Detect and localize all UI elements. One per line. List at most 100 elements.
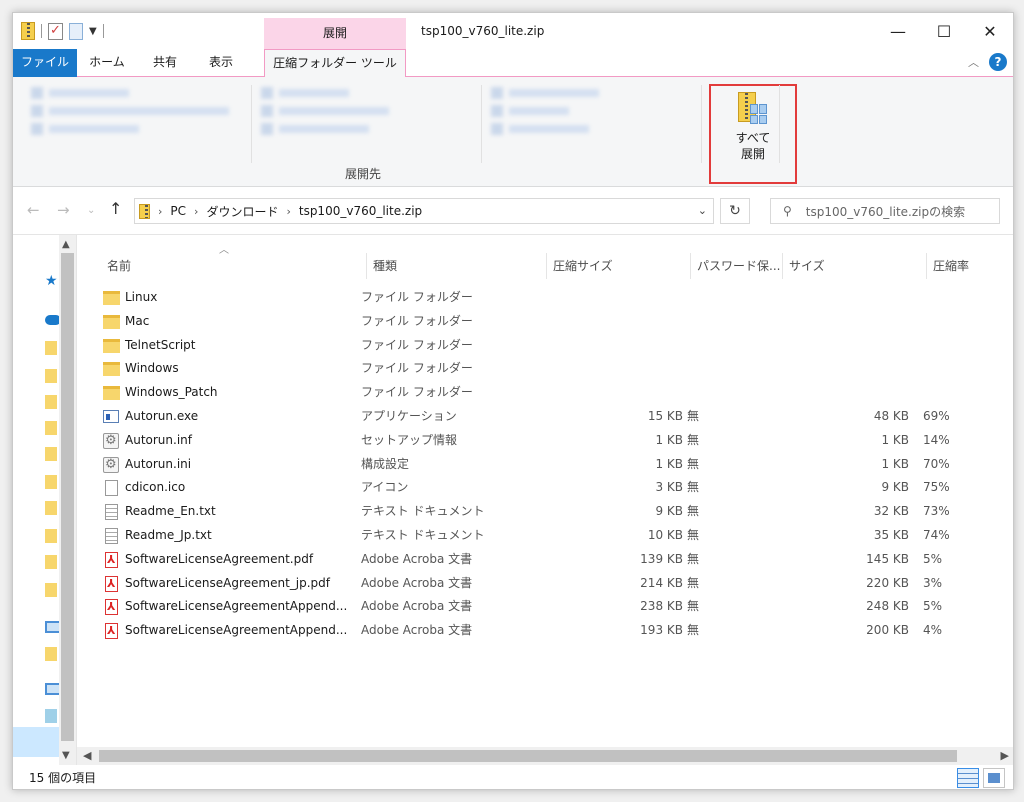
column-header-password[interactable]: パスワード保... <box>691 253 783 279</box>
search-input[interactable]: ⚲ tsp100_v760_lite.zipの検索 <box>770 198 1000 224</box>
drive-icon[interactable] <box>45 709 57 723</box>
quick-access-star-icon[interactable]: ★ <box>45 273 58 289</box>
folder-icon[interactable] <box>45 395 57 409</box>
pdf-icon <box>105 575 118 592</box>
file-compressed-size <box>547 381 683 405</box>
file-type: ファイル フォルダー <box>361 385 473 400</box>
minimize-button[interactable]: — <box>875 13 921 49</box>
recent-locations-icon[interactable]: ⌄ <box>87 205 95 216</box>
horizontal-scroll-thumb[interactable] <box>99 750 957 762</box>
tab-view[interactable]: 表示 <box>195 49 247 77</box>
details-view-button[interactable] <box>957 768 979 788</box>
chevron-down-icon[interactable]: ⌄ <box>698 204 707 217</box>
folder-icon[interactable] <box>45 369 57 383</box>
status-bar: 15 個の項目 <box>13 765 1013 789</box>
folder-icon[interactable] <box>45 341 57 355</box>
window-title: tsp100_v760_lite.zip <box>421 24 545 38</box>
file-row[interactable]: cdicon.ico アイコン 3 KB 無 9 KB 75% <box>77 476 1013 500</box>
file-password-protected: 無 <box>687 623 700 638</box>
breadcrumb-pc[interactable]: PC <box>170 204 186 218</box>
extract-all-button[interactable]: すべて 展開 <box>709 84 797 184</box>
file-row[interactable]: Autorun.ini 構成設定 1 KB 無 1 KB 70% <box>77 453 1013 477</box>
maximize-button[interactable]: ☐ <box>921 13 967 49</box>
pdf-icon <box>105 623 118 640</box>
file-row[interactable]: Autorun.inf セットアップ情報 1 KB 無 1 KB 14% <box>77 429 1013 453</box>
divider <box>251 85 252 163</box>
large-icons-view-button[interactable] <box>983 768 1005 788</box>
file-row[interactable]: SoftwareLicenseAgreement_jp.pdf Adobe Acr… <box>77 572 1013 596</box>
explorer-window: ▼ 展開 tsp100_v760_lite.zip — ☐ ✕ ファイル ホーム… <box>12 12 1014 790</box>
address-bar[interactable]: › PC › ダウンロード › tsp100_v760_lite.zip ⌄ <box>134 198 714 224</box>
file-size: 200 KB <box>866 623 909 638</box>
folder-icon[interactable] <box>45 647 57 661</box>
chevron-right-icon[interactable]: › <box>194 205 198 218</box>
back-arrow-icon[interactable]: ← <box>27 201 40 219</box>
scroll-left-icon[interactable]: ◀ <box>83 749 91 762</box>
breadcrumb-zip[interactable]: tsp100_v760_lite.zip <box>299 204 422 218</box>
file-row[interactable]: Readme_En.txt テキスト ドキュメント 9 KB 無 32 KB 73% <box>77 500 1013 524</box>
file-row[interactable]: SoftwareLicenseAgreement.pdf Adobe Acroba… <box>77 548 1013 572</box>
chevron-right-icon[interactable]: › <box>158 205 162 218</box>
file-compressed-size <box>547 357 683 381</box>
refresh-button[interactable]: ↻ <box>720 198 750 224</box>
breadcrumb-downloads[interactable]: ダウンロード <box>206 203 278 220</box>
tab-file[interactable]: ファイル <box>13 49 77 77</box>
tab-home[interactable]: ホーム <box>79 49 135 77</box>
column-header-compressed-size[interactable]: 圧縮サイズ <box>547 253 691 279</box>
folder-icon[interactable] <box>45 501 57 515</box>
file-size: 1 KB <box>881 456 909 471</box>
help-icon[interactable]: ? <box>989 53 1007 71</box>
ribbon-panel: 展開先 すべて 展開 <box>13 77 1013 187</box>
selected-nav-item[interactable] <box>13 727 59 757</box>
file-row[interactable]: Linux ファイル フォルダー <box>77 286 1013 310</box>
horizontal-scrollbar[interactable]: ◀ ▶ <box>77 747 1013 765</box>
tab-compressed-folder-tools[interactable]: 圧縮フォルダー ツール <box>264 49 406 78</box>
folder-icon[interactable] <box>45 583 57 597</box>
close-button[interactable]: ✕ <box>967 13 1013 49</box>
file-row[interactable]: Windows ファイル フォルダー <box>77 357 1013 381</box>
file-row[interactable]: TelnetScript ファイル フォルダー <box>77 334 1013 358</box>
folder-icon[interactable] <box>45 475 57 489</box>
file-compressed-size <box>547 334 683 358</box>
forward-arrow-icon[interactable]: → <box>57 201 70 219</box>
divider <box>701 85 702 163</box>
nav-pane-scroll-thumb[interactable] <box>61 253 74 741</box>
column-header-ratio[interactable]: 圧縮率 <box>927 253 1013 279</box>
scroll-down-icon[interactable]: ▼ <box>62 750 70 761</box>
folder-icon[interactable] <box>45 447 57 461</box>
file-row[interactable]: SoftwareLicenseAgreementAppend... Adobe A… <box>77 619 1013 643</box>
view-toggle <box>957 768 1005 788</box>
file-row[interactable]: Autorun.exe アプリケーション 15 KB 無 48 KB 69% <box>77 405 1013 429</box>
blurred-destinations-3 <box>491 87 599 145</box>
chevron-right-icon[interactable]: › <box>286 205 290 218</box>
file-row[interactable]: SoftwareLicenseAgreementAppend... Adobe A… <box>77 595 1013 619</box>
file-row[interactable]: Windows_Patch ファイル フォルダー <box>77 381 1013 405</box>
ribbon-group-label: 展開先 <box>344 167 381 181</box>
file-row[interactable]: Mac ファイル フォルダー <box>77 310 1013 334</box>
tab-share[interactable]: 共有 <box>139 49 191 77</box>
customize-dropdown-icon[interactable]: ▼ <box>89 26 97 37</box>
file-size: 220 KB <box>866 575 909 590</box>
folder-icon[interactable] <box>45 555 57 569</box>
file-type: ファイル フォルダー <box>361 361 473 376</box>
up-arrow-icon[interactable]: ↑ <box>109 199 122 218</box>
column-header-type[interactable]: 種類 <box>367 253 547 279</box>
column-header-size[interactable]: サイズ <box>783 253 927 279</box>
search-placeholder: tsp100_v760_lite.zipの検索 <box>805 204 966 219</box>
file-name: Readme_En.txt <box>125 504 216 519</box>
scroll-up-icon[interactable]: ▲ <box>62 239 70 250</box>
nav-pane-scrollbar[interactable]: ▲ ▼ <box>59 235 76 765</box>
properties-icon[interactable] <box>48 22 63 40</box>
folder-icon <box>103 362 120 377</box>
collapse-ribbon-icon[interactable]: ︿ <box>968 54 979 70</box>
blurred-destinations-1 <box>31 87 229 145</box>
zip-folder-icon <box>139 203 150 219</box>
new-folder-icon[interactable] <box>69 22 83 40</box>
scroll-right-icon[interactable]: ▶ <box>1001 749 1009 762</box>
extract-all-label-line2: 展開 <box>740 147 765 161</box>
folder-icon[interactable] <box>45 529 57 543</box>
file-row[interactable]: Readme_Jp.txt テキスト ドキュメント 10 KB 無 35 KB 74% <box>77 524 1013 548</box>
ribbon-right-controls: ︿ ? <box>968 53 1007 71</box>
column-header-name[interactable]: 名前 <box>101 253 367 279</box>
folder-icon[interactable] <box>45 421 57 435</box>
